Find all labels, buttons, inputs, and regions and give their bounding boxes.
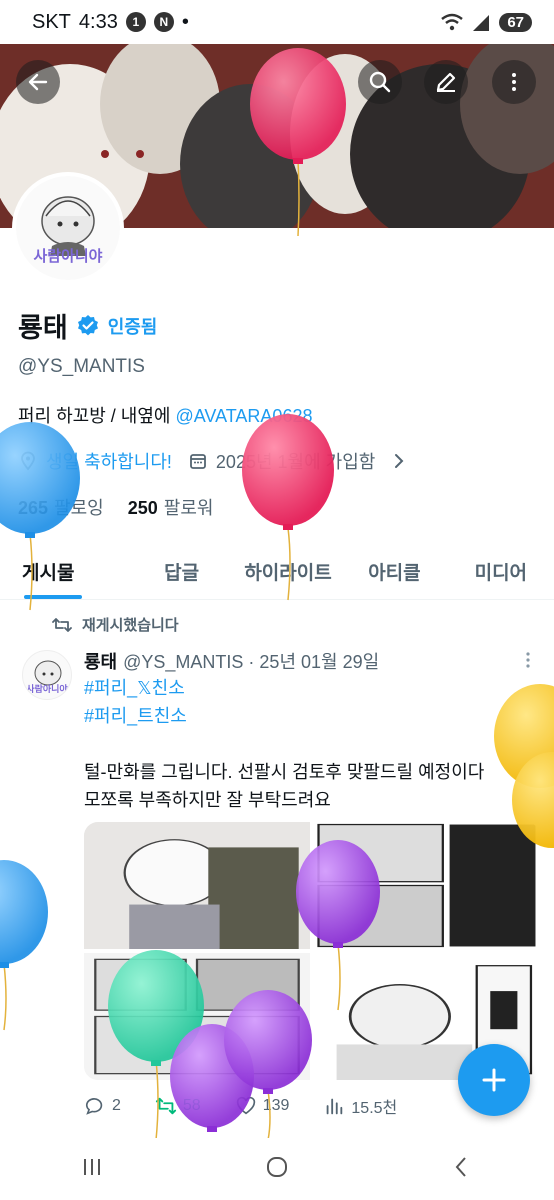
like-count: 139	[262, 1097, 290, 1114]
post-handle-date: @YS_MANTIS · 25년 01월 29일	[123, 652, 380, 672]
pencil-icon	[436, 72, 456, 92]
status-bar: SKT 4:33 1 N • 67	[0, 0, 554, 44]
heart-icon	[236, 1096, 255, 1115]
name-row: 룡태 인증됨	[18, 306, 157, 345]
reply-button[interactable]: 2	[84, 1095, 121, 1117]
post-avatar-caption: 사람아니야	[26, 684, 68, 694]
notification-dot: •	[181, 10, 189, 33]
balloon-blue-left-bottom	[0, 860, 48, 1031]
status-time: 4:33	[78, 10, 118, 33]
post-media-grid	[84, 822, 540, 1080]
birthday-link[interactable]: 생일 축하합니다!	[46, 448, 172, 474]
recent-apps-icon	[84, 1158, 101, 1175]
followers-count: 250	[127, 498, 158, 518]
comic-panel-1	[84, 822, 310, 949]
comic-panel-3	[84, 953, 310, 1080]
media-image-1[interactable]	[84, 822, 310, 949]
notification-badge-n: N	[153, 12, 174, 32]
bar-chart-icon	[327, 1098, 343, 1115]
reply-count: 2	[112, 1097, 121, 1114]
post-author-avatar[interactable]: 사람아니야	[22, 650, 72, 700]
hashtag-link[interactable]: #퍼리_𝕏친소	[84, 676, 185, 700]
repost-indicator: 재게시했습니다	[52, 614, 179, 635]
comic-panel-2	[314, 822, 540, 949]
post-header: 룡태 @YS_MANTIS · 25년 01월 29일	[84, 648, 379, 674]
post-author-name[interactable]: 룡태	[84, 648, 117, 674]
like-button[interactable]: 139	[235, 1095, 290, 1117]
repost-count: 58	[182, 1097, 201, 1114]
compose-button[interactable]	[458, 1044, 530, 1116]
more-button[interactable]	[492, 60, 536, 104]
post-text-line: 털-만화를 그립니다. 선팔시 검토후 맞팔드릴 예정이다	[84, 762, 485, 782]
tab-highlights[interactable]: 하이라이트	[235, 544, 341, 599]
tab-articles[interactable]: 아티클	[341, 544, 447, 599]
avatar-caption: 사람아니야	[33, 248, 103, 265]
following-label: 팔로잉	[54, 498, 104, 518]
wifi-icon	[441, 13, 464, 31]
follow-stats: 265 팔로잉 250 팔로워	[18, 494, 213, 520]
view-count: 15.5천	[351, 1100, 398, 1117]
tab-media[interactable]: 미디어	[448, 544, 554, 599]
home-button[interactable]	[264, 1154, 290, 1185]
search-button[interactable]	[358, 60, 402, 104]
search-icon	[369, 71, 391, 93]
media-image-3[interactable]	[84, 953, 310, 1080]
verified-badge-icon[interactable]	[76, 314, 100, 338]
more-vertical-icon	[526, 652, 530, 668]
repost-icon	[155, 1097, 176, 1115]
tab-posts[interactable]: 게시물	[0, 544, 128, 599]
tab-replies[interactable]: 답글	[128, 544, 234, 599]
followers-label: 팔로워	[163, 498, 214, 518]
bio-mention-link[interactable]: @AVATARA0628	[175, 406, 312, 426]
hashtag-link[interactable]: #퍼리_트친소	[84, 704, 187, 728]
back-nav-button[interactable]	[449, 1154, 475, 1185]
signal-icon	[473, 15, 490, 31]
repost-label: 재게시했습니다	[82, 617, 179, 634]
arrow-left-icon	[28, 73, 48, 91]
back-button[interactable]	[16, 60, 60, 104]
edit-button[interactable]	[424, 60, 468, 104]
views-button[interactable]: 15.5천	[323, 1094, 397, 1118]
profile-handle: @YS_MANTIS	[18, 356, 145, 377]
more-vertical-icon	[512, 73, 516, 91]
verified-label[interactable]: 인증됨	[108, 313, 158, 339]
post-more-button[interactable]	[520, 650, 536, 676]
plus-icon	[482, 1068, 506, 1092]
system-navigation-bar	[0, 1138, 554, 1200]
following-count: 265	[18, 498, 49, 518]
home-circle-icon	[266, 1156, 287, 1177]
profile-meta: 생일 축하합니다! 2025년 1월에 가입함	[18, 448, 409, 474]
repost-button[interactable]: 58	[155, 1095, 201, 1117]
chevron-right-icon[interactable]	[389, 451, 409, 471]
bio-text: 퍼리 하꼬방 / 내옆에	[18, 406, 176, 426]
reply-icon	[85, 1098, 103, 1115]
profile-avatar[interactable]: 사람아니야	[12, 172, 124, 284]
carrier-label: SKT	[32, 10, 71, 33]
media-image-2[interactable]	[314, 822, 540, 949]
profile-tabs: 게시물 답글 하이라이트 아티클 미디어	[0, 544, 554, 600]
post-text-line: 모쪼록 부족하지만 잘 부탁드려요	[84, 790, 331, 810]
display-name: 룡태	[18, 313, 68, 343]
join-date: 2025년 1월에 가입함	[215, 452, 376, 472]
back-chevron-icon	[455, 1156, 466, 1177]
repost-icon	[52, 617, 72, 632]
following-link[interactable]: 265 팔로잉	[18, 494, 104, 520]
profile-bio: 퍼리 하꼬방 / 내옆에 @AVATARA0628	[18, 402, 312, 428]
notification-badge: 1	[125, 12, 146, 32]
recent-apps-button[interactable]	[79, 1154, 105, 1185]
calendar-icon	[190, 454, 206, 469]
followers-link[interactable]: 250 팔로워	[128, 494, 214, 520]
battery-indicator: 67	[499, 12, 532, 32]
location-pin-icon	[21, 451, 35, 471]
